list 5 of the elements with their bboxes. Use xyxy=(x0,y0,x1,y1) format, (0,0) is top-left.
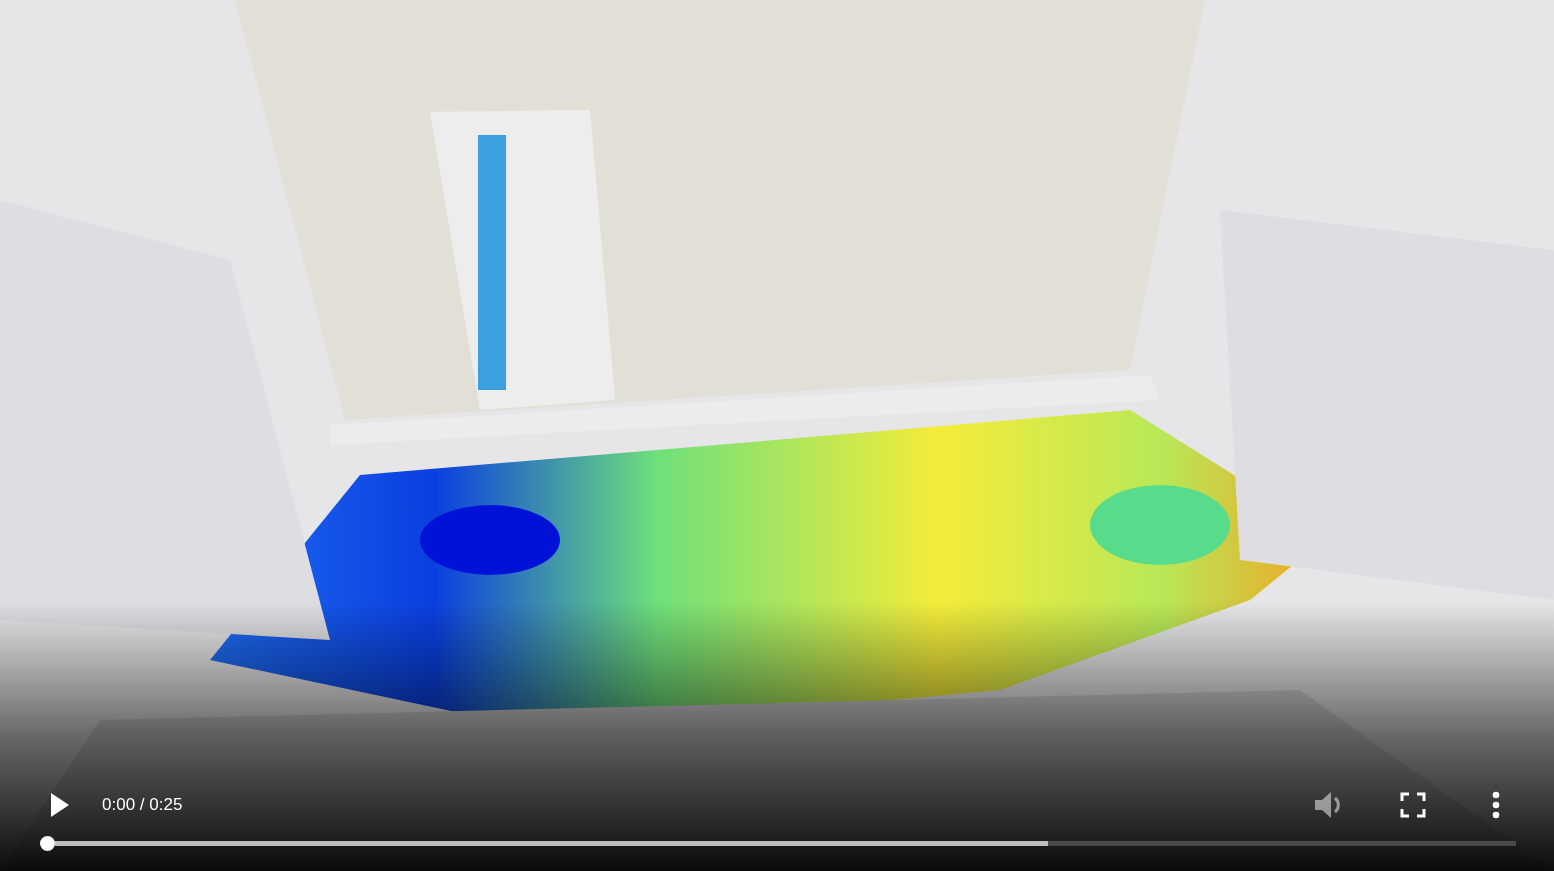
more-vertical-icon[interactable] xyxy=(1492,791,1500,819)
progress-track[interactable] xyxy=(55,841,1516,846)
play-icon[interactable] xyxy=(50,792,70,818)
fullscreen-icon[interactable] xyxy=(1400,792,1426,818)
time-display: 0:00 / 0:25 xyxy=(102,794,183,817)
